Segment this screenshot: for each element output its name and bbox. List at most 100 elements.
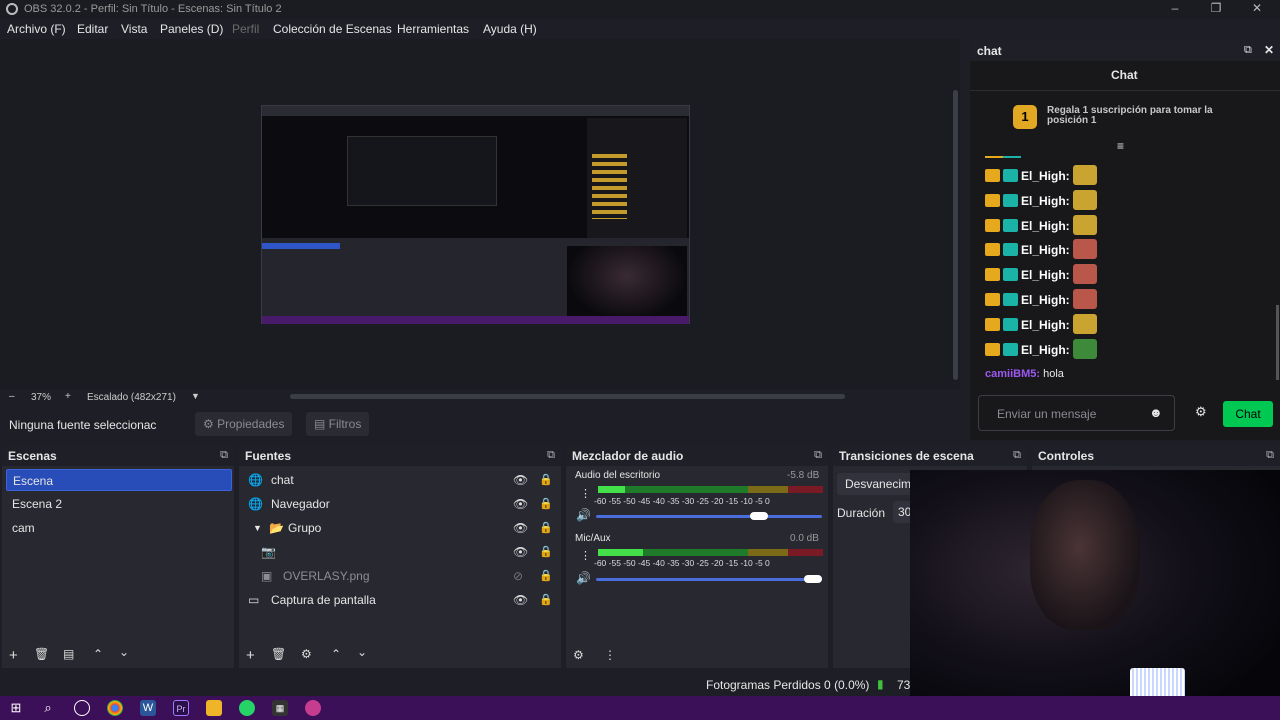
scene-filters-icon[interactable]: ▤ — [63, 647, 74, 661]
close-icon[interactable]: ✕ — [1242, 1, 1272, 15]
volume-slider[interactable] — [596, 515, 822, 518]
gear-icon[interactable]: ⚙ — [1195, 404, 1207, 420]
source-item-overlay[interactable]: ▣ OVERLASY.png ⊘ 🔒 — [243, 565, 559, 587]
undock-icon[interactable]: ⧉ — [1266, 449, 1274, 462]
zoom-in-button[interactable]: + — [65, 391, 71, 402]
preview-canvas[interactable] — [261, 105, 690, 324]
chat-message: El_High: — [985, 264, 1097, 285]
channel-menu-icon[interactable]: ⋮ — [580, 487, 591, 500]
minimize-icon[interactable]: – — [1160, 1, 1190, 15]
zoom-out-button[interactable]: – — [9, 391, 15, 402]
speaker-icon[interactable]: 🔊 — [576, 571, 591, 585]
undock-icon[interactable]: ⧉ — [1013, 449, 1021, 462]
source-label: Grupo — [288, 521, 322, 535]
advanced-audio-icon[interactable]: ⚙ — [573, 648, 584, 662]
preview-vertical-scrollbar[interactable] — [953, 90, 958, 380]
chat-input[interactable]: Enviar un mensaje ☻ — [978, 395, 1175, 431]
source-item-chat[interactable]: 🌐 chat 👁 🔒 — [243, 469, 559, 491]
scene-item-cam[interactable]: cam — [6, 517, 232, 539]
dropped-frames: Fotogramas Perdidos 0 (0.0%) — [706, 678, 870, 692]
undock-icon[interactable]: ⧉ — [1244, 44, 1252, 57]
remove-scene-icon[interactable]: 🗑 — [34, 647, 49, 661]
collapse-icon[interactable]: ≡ — [1117, 139, 1124, 153]
add-source-button[interactable]: + — [246, 647, 255, 664]
chat-message: El_High: — [985, 338, 1097, 359]
filters-button[interactable]: ▤ Filtros — [306, 412, 370, 436]
premiere-icon[interactable]: Pr — [173, 700, 189, 716]
eye-icon[interactable]: 👁 — [513, 493, 528, 515]
app-icon[interactable] — [305, 700, 321, 716]
lock-icon[interactable]: 🔒 — [539, 589, 553, 611]
calculator-icon[interactable]: ▦ — [272, 700, 288, 716]
move-up-icon[interactable]: ⌃ — [93, 647, 103, 661]
eye-icon[interactable]: 👁 — [513, 517, 528, 539]
undock-icon[interactable]: ⧉ — [547, 449, 555, 462]
menu-vista[interactable]: Vista — [121, 22, 147, 36]
obs-taskbar-icon[interactable] — [74, 700, 90, 716]
undock-icon[interactable]: ⧉ — [814, 449, 822, 462]
source-properties-icon[interactable]: ⚙ — [301, 647, 312, 661]
move-up-icon[interactable]: ⌃ — [331, 647, 341, 661]
collapse-arrow-icon[interactable]: ▼ — [253, 517, 262, 539]
menu-herramientas[interactable]: Herramientas — [397, 22, 469, 36]
menu-archivo[interactable]: Archivo (F) — [7, 22, 66, 36]
more-options-icon[interactable]: ⋮ — [604, 648, 616, 662]
source-item-camera[interactable]: 📷 👁 🔒 — [243, 541, 559, 563]
lock-icon[interactable]: 🔒 — [539, 493, 553, 515]
lock-icon[interactable]: 🔒 — [539, 541, 553, 563]
chevron-down-icon[interactable]: ▼ — [191, 391, 200, 401]
menu-paneles[interactable]: Paneles (D) — [160, 22, 223, 36]
chat-username: El_High: — [1021, 218, 1070, 233]
eye-icon[interactable]: 👁 — [513, 541, 528, 563]
chrome-icon[interactable] — [107, 700, 123, 716]
search-icon[interactable]: ⌕ — [40, 700, 56, 716]
chat-scrollbar[interactable] — [1276, 305, 1279, 380]
speaker-icon[interactable]: 🔊 — [576, 508, 591, 522]
volume-slider[interactable] — [596, 578, 822, 581]
close-icon[interactable]: ✕ — [1264, 43, 1274, 57]
restore-icon[interactable]: ❐ — [1201, 1, 1231, 15]
eye-icon[interactable]: 👁 — [513, 589, 528, 611]
emoji-icon[interactable]: ☻ — [1149, 405, 1163, 420]
file-explorer-icon[interactable] — [206, 700, 222, 716]
whatsapp-icon[interactable] — [239, 700, 255, 716]
channel-menu-icon[interactable]: ⋮ — [580, 549, 591, 562]
volume-slider-handle[interactable] — [804, 575, 822, 583]
properties-button[interactable]: ⚙ Propiedades — [195, 412, 293, 436]
source-label: Captura de pantalla — [271, 593, 376, 607]
add-scene-button[interactable]: + — [9, 647, 18, 664]
chat-username: El_High: — [1021, 169, 1070, 183]
meter-level — [598, 549, 643, 556]
emote-icon — [1072, 313, 1097, 334]
windows-start-icon[interactable]: ⊞ — [8, 700, 24, 716]
menu-editar[interactable]: Editar — [77, 22, 108, 36]
word-icon[interactable]: W — [140, 700, 156, 716]
menu-coleccion-escenas[interactable]: Colección de Escenas — [273, 22, 392, 36]
source-item-navegador[interactable]: 🌐 Navegador 👁 🔒 — [243, 493, 559, 515]
move-down-icon[interactable]: ⌄ — [119, 645, 129, 659]
crown-badge-icon — [985, 169, 1000, 182]
menu-perfil[interactable]: Perfil — [232, 22, 259, 36]
volume-slider-handle[interactable] — [749, 512, 768, 520]
move-down-icon[interactable]: ⌄ — [357, 645, 367, 659]
meter-red — [788, 486, 823, 493]
remove-source-icon[interactable]: 🗑 — [271, 647, 286, 661]
source-item-captura[interactable]: ▭ Captura de pantalla 👁 🔒 — [243, 589, 559, 611]
emote-icon — [1072, 189, 1097, 210]
eye-hidden-icon[interactable]: ⊘ — [513, 565, 523, 587]
chat-username: El_High: — [1021, 317, 1070, 332]
chat-send-button[interactable]: Chat — [1223, 401, 1273, 427]
undock-icon[interactable]: ⧉ — [220, 449, 228, 462]
eye-icon[interactable]: 👁 — [513, 469, 528, 491]
lock-icon[interactable]: 🔒 — [539, 565, 553, 587]
scene-label: Escena 2 — [12, 497, 63, 511]
lock-icon[interactable]: 🔒 — [539, 469, 553, 491]
menu-ayuda[interactable]: Ayuda (H) — [483, 22, 537, 36]
source-item-grupo[interactable]: ▼ 📂 Grupo 👁 🔒 — [243, 517, 559, 539]
lock-icon[interactable]: 🔒 — [539, 517, 553, 539]
chat-message: El_High: — [985, 289, 1097, 309]
scene-label: Escena — [13, 474, 54, 488]
scene-item-escena-2[interactable]: Escena 2 — [6, 493, 232, 515]
filters-label: Filtros — [328, 417, 362, 431]
scene-item-escena[interactable]: Escena — [6, 469, 232, 491]
